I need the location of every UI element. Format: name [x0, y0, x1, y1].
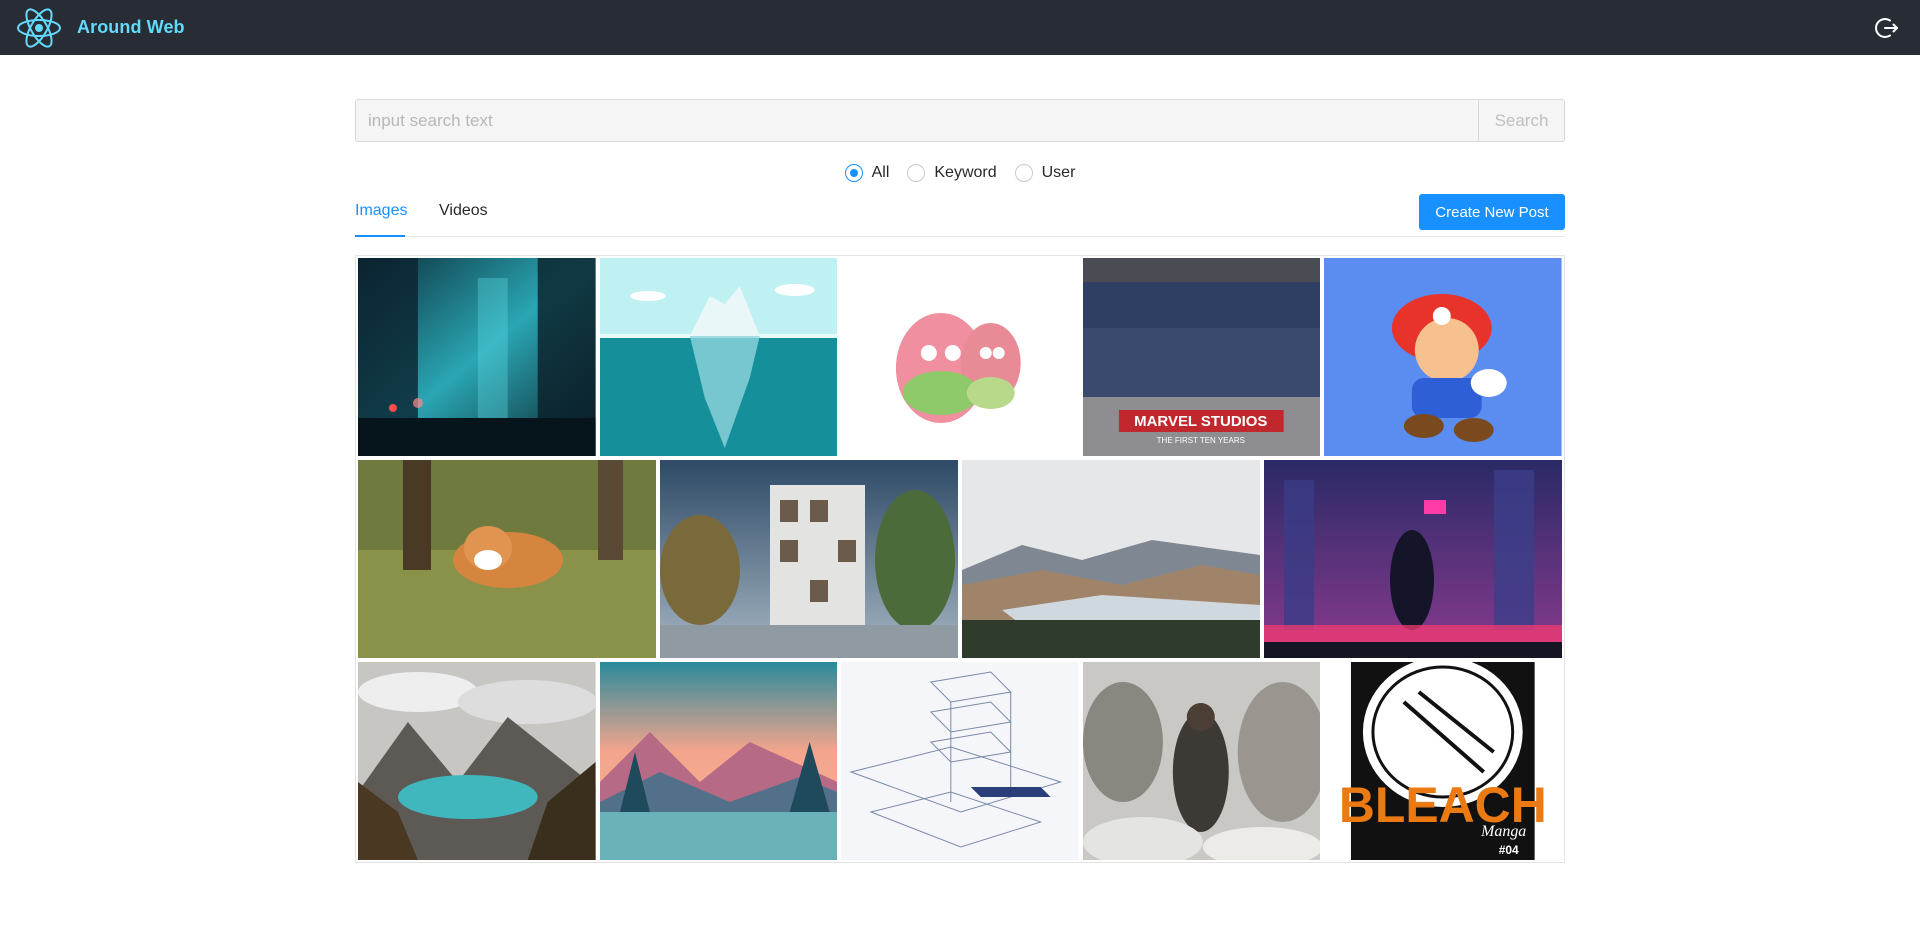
radio-user-circle[interactable]: [1014, 164, 1033, 182]
gallery-image-mountain-lake[interactable]: [358, 662, 596, 860]
app-title: Around Web: [77, 17, 185, 37]
gallery-image-city-night[interactable]: [358, 258, 596, 456]
search-button[interactable]: Search: [1478, 99, 1565, 142]
radio-user[interactable]: User: [1014, 164, 1076, 182]
gallery-image-cyberpunk-city[interactable]: [1264, 460, 1562, 658]
tab-images[interactable]: Images: [355, 202, 407, 220]
radio-keyword-circle[interactable]: [907, 164, 926, 182]
main-content: Search All Keyword User Images Videos Cr…: [355, 99, 1565, 863]
gallery-row: BLEACH Manga #04: [358, 662, 1562, 860]
radio-keyword[interactable]: Keyword: [907, 164, 997, 182]
gallery-image-mountain-valley[interactable]: [962, 460, 1260, 658]
gallery-image-marvel-group[interactable]: MARVEL STUDIOS THE FIRST TEN YEARS: [1082, 258, 1321, 456]
radio-user-label: User: [1041, 164, 1076, 181]
gallery-image-architecture-drawing[interactable]: [841, 662, 1079, 860]
search-type-radio-group: All Keyword User: [355, 162, 1565, 184]
gallery-row: [358, 460, 1562, 658]
radio-keyword-label: Keyword: [934, 164, 997, 181]
radio-all-circle[interactable]: [844, 164, 863, 182]
logo[interactable]: Around Web: [15, 4, 185, 52]
manga-subtitle-text: Manga: [1480, 823, 1526, 840]
radio-all-label: All: [871, 164, 890, 181]
gallery-image-iceberg[interactable]: [599, 258, 838, 456]
marvel-subtitle-text: THE FIRST TEN YEARS: [1156, 436, 1244, 445]
gallery-image-warrior-snow[interactable]: [1082, 662, 1321, 860]
search-bar: Search: [355, 99, 1565, 142]
gallery-image-cartoon-plumber[interactable]: [1324, 258, 1562, 456]
logout-icon[interactable]: [1874, 15, 1900, 41]
react-atom-icon: [17, 7, 61, 48]
gallery-image-manga-cover[interactable]: BLEACH Manga #04: [1324, 662, 1562, 860]
gallery-image-sunset-illustration[interactable]: [599, 662, 838, 860]
gallery-row: MARVEL STUDIOS THE FIRST TEN YEARS: [358, 258, 1562, 456]
gallery-image-corgi[interactable]: [358, 460, 656, 658]
app-header: Around Web: [0, 0, 1920, 55]
create-new-post-button[interactable]: Create New Post: [1419, 194, 1565, 230]
tabs-bar: Images Videos Create New Post: [355, 194, 1565, 237]
radio-all[interactable]: All: [844, 164, 890, 182]
manga-volume-text: #04: [1499, 843, 1519, 857]
active-tab-indicator: [355, 235, 405, 237]
search-input[interactable]: [355, 99, 1478, 142]
gallery-image-modern-building[interactable]: [660, 460, 958, 658]
marvel-logo-text: MARVEL STUDIOS: [1134, 413, 1267, 430]
gallery-image-cartoon-characters[interactable]: [841, 258, 1079, 456]
image-gallery: MARVEL STUDIOS THE FIRST TEN YEARS BLEAC…: [355, 255, 1565, 863]
tab-videos[interactable]: Videos: [439, 202, 488, 220]
